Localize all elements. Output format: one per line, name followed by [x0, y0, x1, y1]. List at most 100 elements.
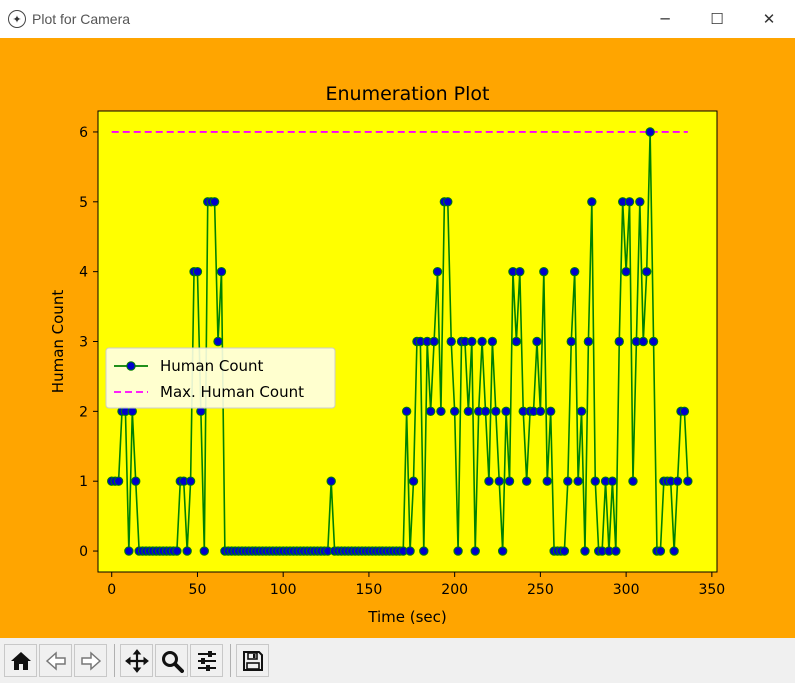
data-point — [559, 546, 570, 556]
data-point — [655, 546, 666, 556]
data-point — [432, 266, 443, 277]
data-point — [216, 266, 227, 277]
x-tick-label: 250 — [527, 582, 554, 598]
data-point — [683, 476, 693, 486]
data-point — [583, 336, 594, 347]
data-point — [494, 476, 504, 486]
data-point — [199, 546, 210, 556]
data-point — [113, 476, 124, 486]
data-point — [470, 546, 480, 556]
data-point — [463, 406, 474, 417]
data-point — [573, 476, 583, 486]
subplots-config-button[interactable] — [190, 644, 223, 677]
back-arrow-icon — [45, 650, 66, 671]
data-point — [511, 336, 522, 347]
y-tick-label: 5 — [79, 195, 88, 211]
forward-arrow-icon — [80, 650, 101, 671]
data-point — [576, 406, 587, 417]
forward-button[interactable] — [74, 644, 107, 677]
y-tick-label: 1 — [79, 474, 88, 490]
data-point — [611, 546, 621, 556]
data-point — [480, 406, 491, 417]
data-point — [491, 406, 501, 417]
data-point — [648, 336, 659, 347]
data-point — [209, 197, 220, 207]
data-point — [521, 476, 532, 486]
enumeration-chart: 0 50 100 150 200 250 300 350 0 1 2 3 4 5 6 Enumeration… — [49, 83, 725, 626]
data-point — [487, 336, 498, 347]
data-point — [624, 197, 635, 207]
data-point — [628, 476, 638, 486]
data-point — [580, 546, 590, 556]
data-point — [501, 406, 511, 417]
data-point — [542, 476, 552, 486]
subplots-config-icon — [197, 650, 216, 671]
data-point — [669, 546, 679, 556]
data-point — [614, 336, 624, 347]
data-point — [638, 336, 648, 347]
data-point — [449, 406, 460, 417]
data-point — [539, 266, 549, 277]
data-point — [515, 266, 525, 277]
toolbar-separator — [114, 644, 115, 677]
data-point — [185, 476, 196, 486]
data-point — [672, 476, 683, 486]
data-point — [429, 336, 439, 347]
figure-canvas[interactable]: 0 50 100 150 200 250 300 350 0 1 2 3 4 5 6 Enumeration… — [0, 38, 795, 638]
app-icon: ✦ — [8, 10, 26, 28]
home-button[interactable] — [4, 644, 37, 677]
data-point — [679, 406, 690, 417]
data-point — [124, 546, 134, 556]
pan-button[interactable] — [120, 644, 153, 677]
data-point — [192, 266, 203, 277]
data-point — [535, 406, 546, 417]
data-point — [497, 546, 508, 556]
toolbar-separator — [230, 644, 231, 677]
data-point — [172, 546, 182, 556]
data-point — [436, 406, 446, 417]
x-tick-label: 0 — [107, 582, 116, 598]
x-tick-label: 350 — [698, 582, 725, 598]
data-point — [569, 266, 580, 277]
data-point — [645, 127, 655, 137]
data-point — [405, 546, 415, 556]
data-point — [182, 546, 192, 556]
data-point — [545, 406, 556, 417]
data-point — [621, 266, 631, 277]
data-point — [635, 197, 645, 207]
data-point — [566, 336, 576, 347]
data-point — [477, 336, 487, 347]
y-tick-label: 2 — [79, 404, 88, 420]
minimize-button[interactable]: ─ — [639, 0, 691, 38]
window-title: Plot for Camera — [32, 11, 131, 27]
zoom-button[interactable] — [155, 644, 188, 677]
zoom-icon — [161, 650, 184, 673]
data-point — [131, 476, 141, 486]
close-button[interactable]: ✕ — [743, 0, 795, 38]
save-icon — [242, 650, 263, 671]
data-point — [443, 197, 453, 207]
legend-label-human-count: Human Count — [160, 357, 264, 375]
window-controls: ─ ☐ ✕ — [639, 0, 795, 38]
save-button[interactable] — [236, 644, 269, 677]
data-point — [590, 476, 600, 486]
plot-axes-background — [98, 111, 717, 572]
x-tick-label: 50 — [189, 582, 207, 598]
data-point — [213, 336, 223, 347]
y-tick-label: 3 — [79, 335, 88, 351]
home-icon — [10, 651, 31, 670]
x-tick-label: 150 — [356, 582, 383, 598]
navigation-toolbar — [0, 638, 795, 683]
data-point — [641, 266, 652, 277]
data-point — [408, 476, 419, 486]
data-point — [419, 546, 429, 556]
maximize-button[interactable]: ☐ — [691, 0, 743, 38]
x-tick-label: 100 — [270, 582, 297, 598]
back-button[interactable] — [39, 644, 72, 677]
legend-label-max-human-count: Max. Human Count — [160, 383, 304, 401]
data-point — [607, 476, 618, 486]
legend: Human Count Max. Human Count — [105, 347, 336, 409]
x-tick-label: 300 — [613, 582, 640, 598]
data-point — [532, 336, 542, 347]
y-tick-label: 6 — [79, 125, 88, 141]
